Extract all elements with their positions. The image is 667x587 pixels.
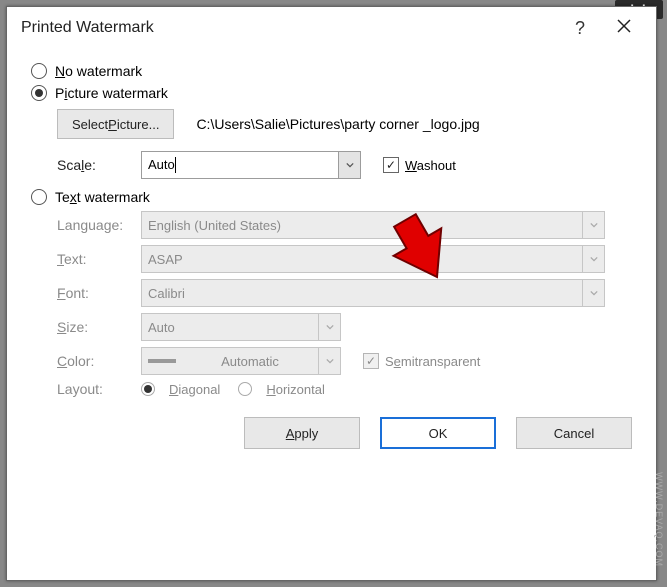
close-icon bbox=[616, 18, 632, 34]
chevron-down-icon bbox=[318, 314, 340, 340]
color-label: Color: bbox=[57, 353, 141, 369]
size-value: Auto bbox=[148, 320, 318, 335]
radio-icon bbox=[31, 63, 47, 79]
ok-button[interactable]: OK bbox=[380, 417, 496, 449]
size-label: Size: bbox=[57, 319, 141, 335]
cancel-button[interactable]: Cancel bbox=[516, 417, 632, 449]
diagonal-label: Diagonal bbox=[169, 382, 220, 397]
chevron-down-icon bbox=[582, 246, 604, 272]
language-value: English (United States) bbox=[148, 218, 582, 233]
horizontal-label: Horizontal bbox=[266, 382, 325, 397]
help-button[interactable]: ? bbox=[558, 18, 602, 39]
dialog-title: Printed Watermark bbox=[21, 19, 558, 37]
scale-value: Auto bbox=[148, 157, 338, 174]
scale-combobox[interactable]: Auto bbox=[141, 151, 361, 179]
radio-icon bbox=[31, 189, 47, 205]
color-swatch-icon bbox=[142, 348, 182, 374]
printed-watermark-dialog: Printed Watermark ? No watermark Picture… bbox=[6, 6, 657, 581]
text-label: Text: bbox=[57, 251, 141, 267]
diagonal-radio bbox=[141, 382, 155, 396]
picture-watermark-radio[interactable]: Picture watermark bbox=[31, 85, 632, 101]
picture-watermark-label: Picture watermark bbox=[55, 85, 168, 101]
language-label: Language: bbox=[57, 217, 141, 233]
no-watermark-radio[interactable]: No watermark bbox=[31, 63, 632, 79]
no-watermark-label: No watermark bbox=[55, 63, 142, 79]
font-label: Font: bbox=[57, 285, 141, 301]
dialog-buttons: Apply OK Cancel bbox=[7, 403, 656, 467]
close-button[interactable] bbox=[602, 18, 646, 39]
horizontal-radio bbox=[238, 382, 252, 396]
titlebar: Printed Watermark ? bbox=[7, 7, 656, 47]
size-combobox: Auto bbox=[141, 313, 341, 341]
chevron-down-icon bbox=[318, 348, 340, 374]
chevron-down-icon bbox=[582, 212, 604, 238]
picture-filepath: C:\Users\Salie\Pictures\party corner _lo… bbox=[196, 116, 479, 132]
layout-label: Layout: bbox=[57, 381, 141, 397]
washout-checkbox[interactable] bbox=[383, 157, 399, 173]
text-value: ASAP bbox=[148, 252, 582, 267]
site-watermark: WWW.DEVAQ.COM bbox=[654, 472, 664, 567]
text-watermark-radio[interactable]: Text watermark bbox=[31, 189, 632, 205]
font-value: Calibri bbox=[148, 286, 582, 301]
radio-icon bbox=[31, 85, 47, 101]
scale-label: Scale: bbox=[57, 157, 141, 173]
color-value: Automatic bbox=[182, 354, 318, 369]
text-combobox: ASAP bbox=[141, 245, 605, 273]
chevron-down-icon bbox=[582, 280, 604, 306]
washout-label: Washout bbox=[405, 158, 456, 173]
font-combobox: Calibri bbox=[141, 279, 605, 307]
color-combobox: Automatic bbox=[141, 347, 341, 375]
semitransparent-label: Semitransparent bbox=[385, 354, 480, 369]
apply-button[interactable]: Apply bbox=[244, 417, 360, 449]
language-combobox: English (United States) bbox=[141, 211, 605, 239]
text-watermark-label: Text watermark bbox=[55, 189, 150, 205]
semitransparent-checkbox bbox=[363, 353, 379, 369]
select-picture-button[interactable]: Select Picture... bbox=[57, 109, 174, 139]
chevron-down-icon[interactable] bbox=[338, 152, 360, 178]
